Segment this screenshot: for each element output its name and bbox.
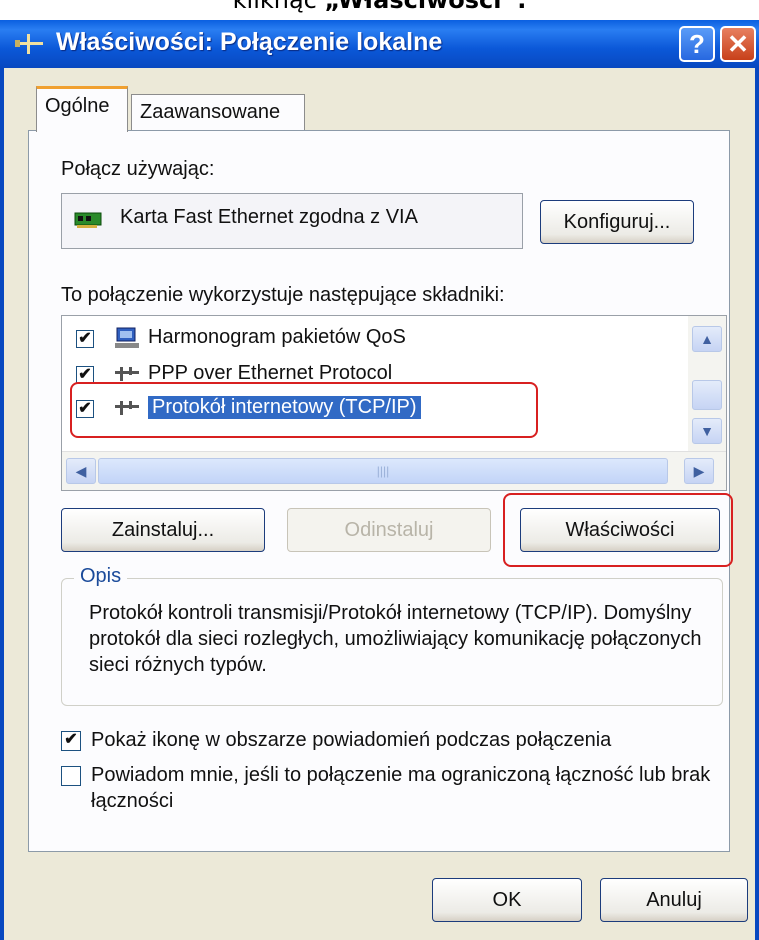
show-icon-checkbox[interactable]: ✔ — [61, 731, 81, 751]
tab-advanced-label: Zaawansowane — [140, 101, 281, 123]
scroll-down-button[interactable]: ▼ — [692, 418, 722, 444]
cancel-button[interactable]: Anuluj — [600, 878, 748, 922]
window-title: Właściwości: Połączenie lokalne — [56, 28, 443, 56]
install-button[interactable]: Zainstaluj... — [61, 508, 265, 552]
tab-general-label: Ogólne — [45, 95, 110, 117]
tab-advanced[interactable]: Zaawansowane — [131, 94, 305, 130]
notify-limited-checkbox[interactable] — [61, 766, 81, 786]
show-icon-label: Pokaż ikonę w obszarze powiadomień podcz… — [91, 729, 612, 751]
notify-limited-label: Powiadom mnie, jeśli to połączenie ma og… — [91, 764, 711, 812]
horizontal-scroll-thumb[interactable]: |||| — [98, 458, 668, 484]
caption-bold-text: „Właściwości”. — [324, 0, 527, 14]
qos-checkbox[interactable]: ✔ — [76, 330, 94, 348]
scroll-left-button[interactable]: ◀ — [66, 458, 96, 484]
configure-button[interactable]: Konfiguruj... — [540, 200, 694, 244]
properties-dialog: kliknąć „Właściwości”. Właściwości: Połą… — [0, 0, 759, 940]
tab-general[interactable]: Ogólne — [36, 86, 128, 132]
description-text: Protokół kontroli transmisji/Protokół in… — [89, 602, 702, 676]
adapter-field: Karta Fast Ethernet zgodna z VIA — [61, 193, 523, 249]
highlight-ring-tcpip — [70, 382, 538, 438]
scroll-up-button[interactable]: ▲ — [692, 326, 722, 352]
qos-label: Harmonogram pakietów QoS — [148, 326, 406, 348]
scroll-right-button[interactable]: ▶ — [684, 458, 714, 484]
caption-text: kliknąć — [232, 0, 325, 14]
description-legend: Opis — [74, 565, 128, 588]
scroll-thumb[interactable] — [692, 380, 722, 410]
vertical-scrollbar[interactable]: ▲ ▼ — [688, 316, 726, 452]
qos-scheduler-icon — [115, 327, 139, 348]
instruction-caption: kliknąć „Właściwości”. — [0, 0, 759, 14]
help-button[interactable]: ? — [679, 26, 715, 62]
horizontal-scrollbar[interactable]: ◀ |||| ▶ — [62, 451, 726, 490]
network-connection-icon — [15, 34, 43, 54]
notify-limited-option[interactable]: Powiadom mnie, jeśli to połączenie ma og… — [61, 762, 721, 822]
components-label: To połączenie wykorzystuje następujące s… — [61, 284, 505, 306]
uninstall-button: Odinstaluj — [287, 508, 491, 552]
title-bar[interactable]: Właściwości: Połączenie lokalne ? ✕ — [0, 20, 759, 68]
connect-using-label: Połącz używając: — [61, 158, 215, 180]
highlight-ring-properties — [503, 493, 733, 567]
ok-button[interactable]: OK — [432, 878, 582, 922]
adapter-name: Karta Fast Ethernet zgodna z VIA — [120, 206, 418, 228]
network-card-icon — [74, 212, 102, 228]
close-button[interactable]: ✕ — [720, 26, 756, 62]
show-icon-option[interactable]: ✔ Pokaż ikonę w obszarze powiadomień pod… — [61, 727, 701, 757]
